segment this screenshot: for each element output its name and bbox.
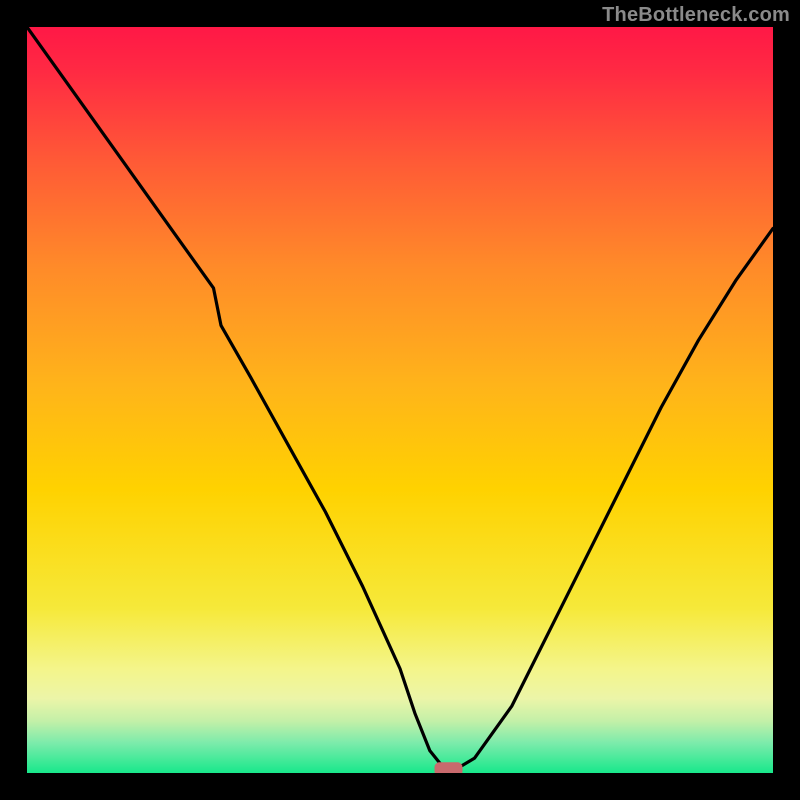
chart-stage: TheBottleneck.com: [0, 0, 800, 800]
plot-area: [27, 27, 773, 773]
watermark-text: TheBottleneck.com: [602, 4, 790, 27]
plot-svg: [27, 27, 773, 773]
optimal-marker: [435, 762, 463, 773]
gradient-background: [27, 27, 773, 773]
